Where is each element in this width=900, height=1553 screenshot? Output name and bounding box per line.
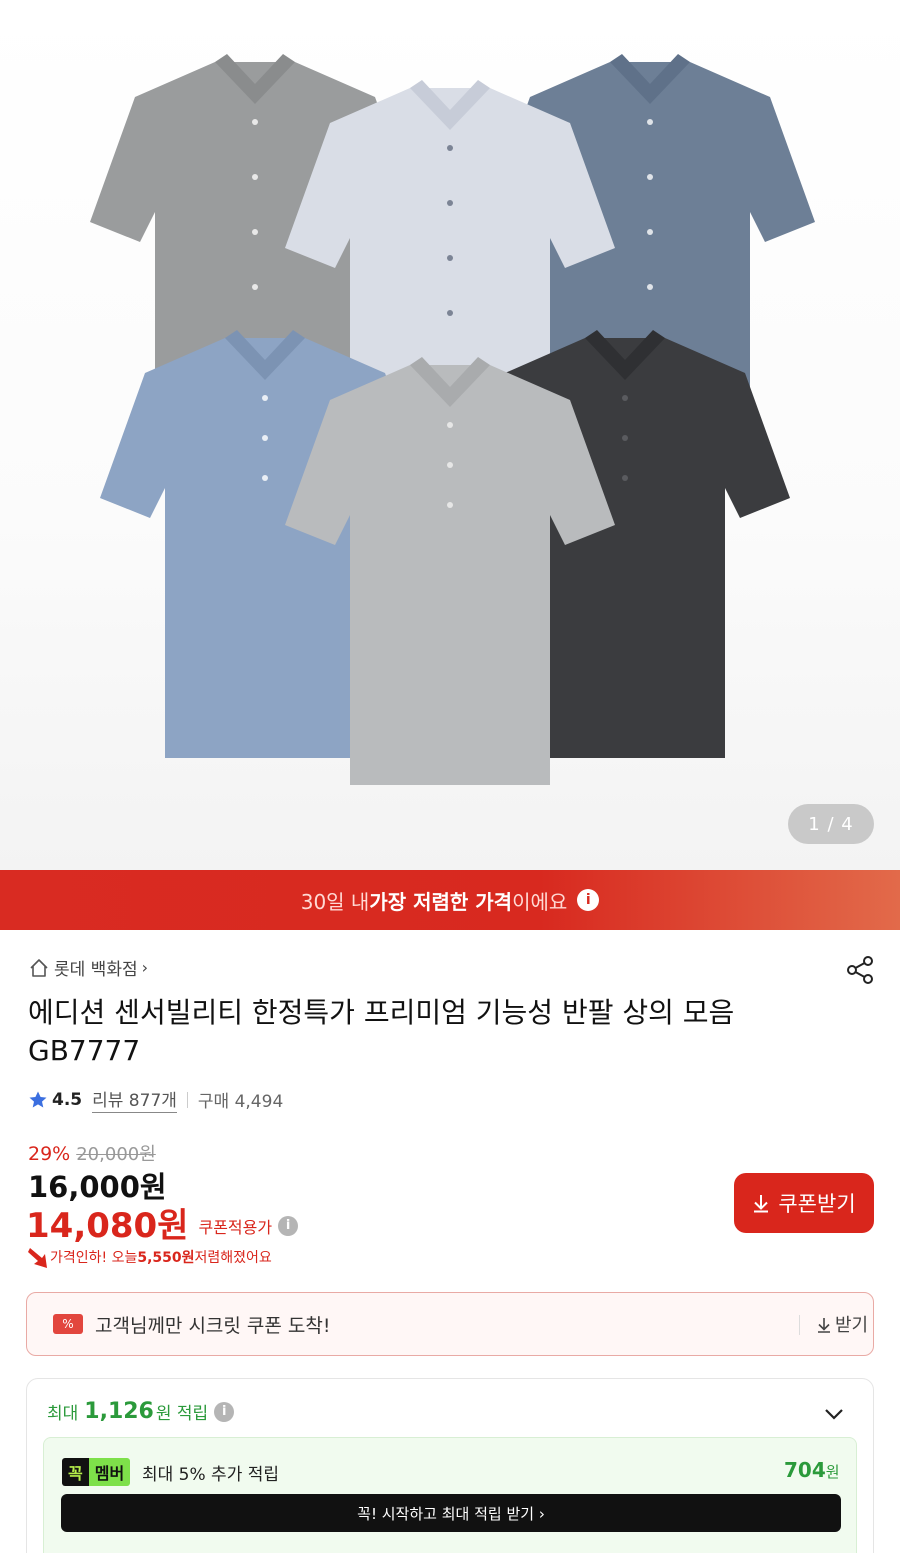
- member-desc: 최대 5% 추가 적립: [142, 1465, 280, 1485]
- get-coupon-label: 쿠폰받기: [778, 1192, 856, 1216]
- lowest-price-banner[interactable]: 30일 내 가장 저렴한 가격 이에요 i: [0, 870, 900, 930]
- download-icon: [818, 1318, 830, 1333]
- download-icon: [754, 1195, 769, 1213]
- price-drop-notice: 가격인하! 오늘 5,550원 저렴해졌어요: [28, 1244, 272, 1270]
- price-drop-text-1: 가격인하! 오늘: [50, 1250, 138, 1266]
- member-badge: 꼭 멤버: [62, 1458, 131, 1486]
- discount-percent: 29%: [28, 1143, 71, 1165]
- price-drop-amount: 5,550원: [137, 1250, 195, 1266]
- info-icon[interactable]: i: [278, 1215, 299, 1236]
- chevron-down-icon[interactable]: [821, 1401, 847, 1427]
- points-prefix: 최대: [47, 1404, 79, 1424]
- banner-text-2: 이에요: [512, 889, 568, 914]
- points-card: 최대 1,126 원 적립 i 꼭 멤버 최대 5% 추가 적립 704원 꼭!…: [26, 1378, 874, 1553]
- rating-score: 4.5: [52, 1089, 83, 1110]
- start-membership-button[interactable]: 꼭! 시작하고 최대 적립 받기 ›: [61, 1494, 841, 1532]
- product-image: [90, 54, 815, 785]
- review-link[interactable]: 리뷰 877개: [92, 1086, 177, 1113]
- coupon-ticket-icon: %: [53, 1314, 83, 1334]
- seller-link[interactable]: 롯데 백화점 ›: [28, 955, 148, 980]
- seller-name: 롯데 백화점: [54, 960, 138, 980]
- discount-row: 29% 20,000원: [28, 1140, 156, 1166]
- secret-coupon-label: 고객님께만 시크릿 쿠폰 도착!: [95, 1314, 331, 1337]
- member-benefit-box: 꼭 멤버 최대 5% 추가 적립 704원 꼭! 시작하고 최대 적립 받기 ›: [43, 1437, 857, 1553]
- member-amount-unit: 원: [825, 1463, 840, 1481]
- coupon-price-note: 쿠폰적용가: [198, 1217, 273, 1237]
- banner-text-1: 30일 내: [300, 889, 370, 914]
- secret-coupon-bar[interactable]: % 고객님께만 시크릿 쿠폰 도착! 받기: [26, 1292, 874, 1356]
- member-badge-m: 멤버: [88, 1458, 131, 1486]
- get-coupon-button[interactable]: 쿠폰받기: [734, 1173, 874, 1233]
- coupon-price: 14,080원: [26, 1206, 189, 1246]
- banner-text-strong: 가장 저렴한 가격: [369, 889, 513, 914]
- product-image-gallery[interactable]: 1 / 4: [0, 0, 900, 870]
- divider: [186, 1091, 188, 1108]
- original-price: 20,000원: [76, 1144, 156, 1165]
- points-summary[interactable]: 최대 1,126 원 적립 i: [47, 1399, 235, 1424]
- member-points-amount: 704원: [784, 1458, 840, 1482]
- share-icon[interactable]: [844, 954, 876, 986]
- coupon-price-row: 14,080원 쿠폰적용가 i: [26, 1198, 299, 1247]
- chevron-right-icon: ›: [141, 958, 149, 977]
- home-icon: [30, 958, 48, 977]
- price-drop-text-2: 저렴해졌어요: [194, 1250, 272, 1266]
- arrow-down-icon: [28, 1248, 47, 1268]
- member-badge-k: 꼭: [62, 1458, 89, 1486]
- divider: [799, 1315, 800, 1335]
- receive-coupon-label: 받기: [835, 1315, 869, 1336]
- star-icon: [29, 1091, 47, 1107]
- image-pager: 1 / 4: [788, 804, 874, 844]
- rating-row: 4.5 리뷰 877개 구매 4,494: [28, 1086, 283, 1113]
- info-icon[interactable]: i: [577, 889, 600, 911]
- member-amount-value: 704: [784, 1458, 826, 1482]
- info-icon[interactable]: i: [214, 1401, 235, 1422]
- receive-coupon-button[interactable]: 받기: [817, 1311, 868, 1337]
- points-suffix: 원 적립: [155, 1404, 209, 1424]
- points-amount: 1,126: [84, 1399, 154, 1424]
- product-title: 에디션 센서빌리티 한정특가 프리미엄 기능성 반팔 상의 모음 GB7777: [28, 996, 735, 1067]
- purchase-count: 구매 4,494: [197, 1092, 284, 1112]
